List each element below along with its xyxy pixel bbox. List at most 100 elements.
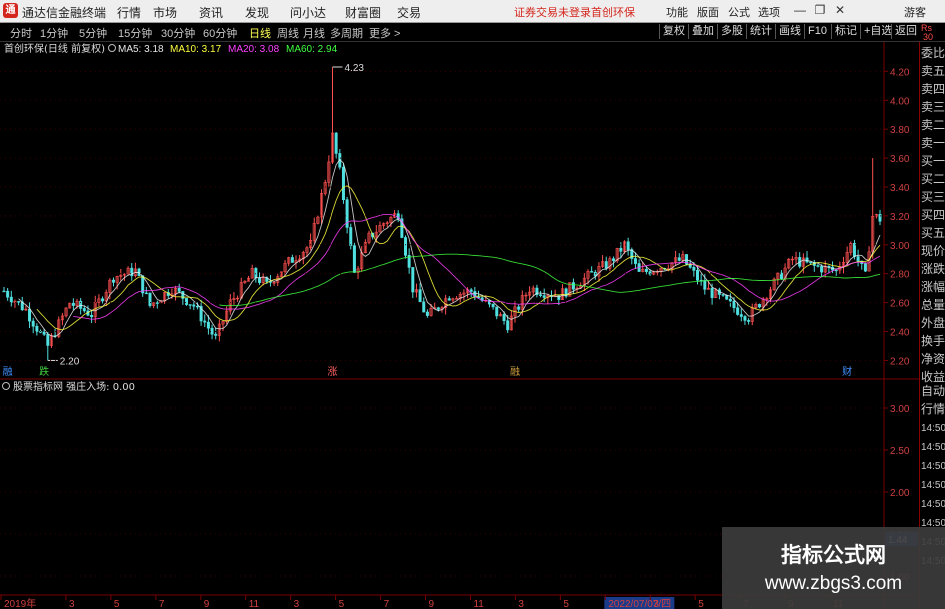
period-weekly[interactable]: 周线 [277, 25, 299, 41]
side-item: 14:50 [921, 499, 945, 510]
x-axis: 2019年357911357911352022/07/07/四357911 [0, 595, 844, 609]
indicator-settings-icon[interactable] [2, 382, 10, 390]
side-item: 卖二 [921, 118, 945, 132]
candle-body [743, 316, 747, 321]
candle-body [349, 227, 353, 246]
ytick-label: 2.50 [890, 446, 910, 457]
menu-gongneng[interactable]: 功能 [666, 4, 688, 20]
btn-diejia[interactable]: 叠加 [688, 24, 717, 39]
legend-ma10: MA10: 3.17 [170, 44, 222, 55]
event-label[interactable]: 融 [3, 366, 13, 378]
period-30min[interactable]: 30分钟 [161, 25, 195, 41]
xtick-label: 5 [698, 599, 704, 609]
xtick-label: 5 [339, 599, 345, 609]
menu-jiaoyi[interactable]: 交易 [397, 4, 421, 21]
candle-body [257, 277, 261, 283]
restore-icon[interactable]: ❐ [812, 2, 828, 18]
period-toolbar: 分时 1分钟 5分钟 15分钟 30分钟 60分钟 日线 周线 月线 多周期 更… [0, 23, 945, 42]
legend-ma60: MA60: 2.94 [286, 44, 338, 55]
ytick-label: 2.00 [890, 488, 910, 499]
candle-body [852, 243, 856, 257]
menu-gongshi[interactable]: 公式 [728, 4, 750, 20]
menu-wenxiaoda[interactable]: 问小达 [290, 4, 326, 21]
xtick-label: 5 [563, 599, 569, 609]
btn-tongji[interactable]: 统计 [746, 24, 775, 39]
candle-body [644, 268, 648, 272]
candle-body [539, 294, 543, 296]
ytick-label: 4.00 [890, 96, 910, 107]
btn-f10[interactable]: F10 [804, 24, 830, 39]
candle-body [758, 304, 762, 308]
period-5min[interactable]: 5分钟 [79, 25, 107, 41]
menu-shichang[interactable]: 市场 [153, 4, 177, 21]
btn-fanhui[interactable]: 返回 [891, 24, 920, 39]
candle-body [747, 320, 751, 322]
login-notice[interactable]: 证券交易未登录 [514, 4, 591, 20]
main-grid [0, 42, 919, 609]
side-item[interactable]: 自动 [921, 382, 945, 400]
event-label[interactable]: 涨 [328, 366, 338, 378]
period-60min[interactable]: 60分钟 [203, 25, 237, 41]
candle-body [728, 298, 732, 302]
candle-body [425, 311, 429, 316]
period-daily[interactable]: 日线 [249, 25, 271, 41]
candle-body [71, 302, 75, 306]
candle-body [633, 258, 637, 264]
side-item: 卖五 [921, 64, 945, 78]
period-15min[interactable]: 15分钟 [118, 25, 152, 41]
period-multi[interactable]: 多周期 [330, 25, 363, 41]
event-label[interactable]: 融 [510, 366, 520, 378]
side-item: 14:50 [921, 461, 945, 472]
xtick-label: 3 [653, 599, 659, 609]
candle-body [9, 296, 13, 303]
period-fenshi[interactable]: 分时 [10, 25, 32, 41]
side-item: 买四 [921, 208, 945, 222]
candle-body [422, 301, 426, 313]
watermark-title: 指标公式网 [781, 544, 886, 567]
side-item: 买二 [921, 172, 945, 186]
candle-body [334, 132, 338, 154]
period-more[interactable]: 更多 > [369, 25, 400, 41]
side-item: 买一 [921, 154, 945, 168]
candle-body [677, 257, 681, 261]
event-label[interactable]: 跌 [39, 365, 49, 378]
xtick-label: 11 [473, 599, 484, 609]
side-item: 换手 [921, 334, 945, 348]
chart-area[interactable]: 4.23 2.20 4.20 4.00 3.80 3.60 3.40 3.20 3.00 2.8… [0, 42, 919, 609]
period-1min[interactable]: 1分钟 [40, 25, 68, 41]
candle-body [17, 301, 21, 303]
side-item: 现价 [921, 244, 945, 258]
menu-hangqing[interactable]: 行情 [117, 4, 141, 21]
candle-body [188, 304, 192, 306]
ytick-label: 3.20 [890, 212, 910, 223]
xtick-label: 3 [69, 599, 75, 609]
side-item: 卖四 [921, 82, 945, 96]
minimize-icon[interactable]: — [792, 2, 808, 18]
candle-body [352, 245, 356, 273]
btn-fuquan[interactable]: 复权 [659, 24, 688, 39]
btn-huaxian[interactable]: 画线 [775, 24, 804, 39]
candle-body [90, 314, 94, 318]
xtick-label: 5 [114, 599, 120, 609]
watermark-url: www.zbgs3.com [764, 573, 903, 594]
indicator-title: 股票指标网 强庄入场: 0.00 [13, 380, 135, 393]
btn-duogu[interactable]: 多股 [717, 24, 746, 39]
period-monthly[interactable]: 月线 [303, 25, 325, 41]
stock-tag[interactable]: 首创环保 [591, 4, 635, 20]
candle-body [148, 292, 152, 306]
btn-biaoji[interactable]: 标记 [831, 24, 860, 39]
candle-body [155, 302, 159, 304]
settings-circle-icon[interactable] [108, 44, 116, 52]
event-label[interactable]: 财 [842, 365, 852, 378]
candle-body [35, 325, 39, 332]
candle-body [725, 295, 729, 300]
guest-label[interactable]: 游客 [904, 4, 926, 20]
side-item: 买三 [921, 190, 945, 204]
menu-banmian[interactable]: 版面 [697, 4, 719, 20]
close-icon[interactable]: ✕ [832, 2, 848, 18]
menu-xuanxiang[interactable]: 选项 [758, 4, 780, 20]
menu-caifuquan[interactable]: 财富圈 [345, 4, 381, 21]
menu-zixun[interactable]: 资讯 [199, 4, 223, 21]
menu-faxian[interactable]: 发现 [245, 4, 269, 21]
side-item[interactable]: 行情 [921, 400, 945, 418]
